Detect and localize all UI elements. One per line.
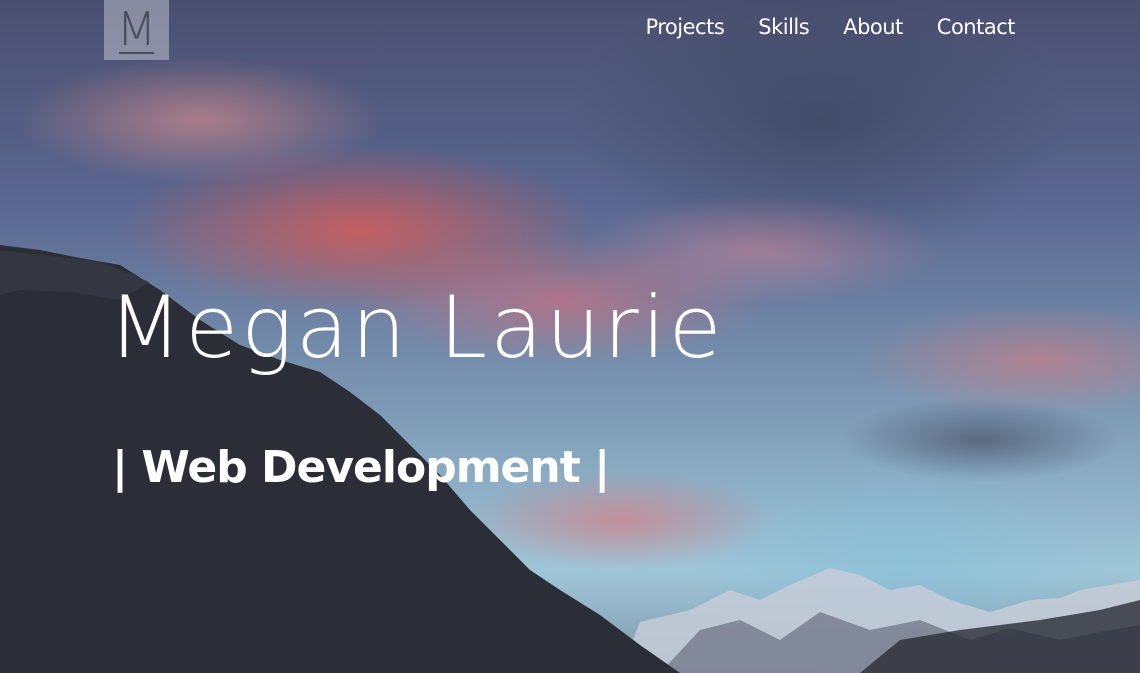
nav-link-about[interactable]: About xyxy=(843,15,903,39)
hero-subtitle: | Web Development | xyxy=(112,442,610,493)
nav-link-contact[interactable]: Contact xyxy=(937,15,1016,39)
logo-letter: M xyxy=(116,2,157,56)
hero-section: M Projects Skills About Contact Megan La… xyxy=(0,0,1140,673)
nav-link-projects[interactable]: Projects xyxy=(645,15,724,39)
site-logo[interactable]: M xyxy=(104,0,169,60)
main-navigation: Projects Skills About Contact xyxy=(645,15,1015,39)
hero-title: Megan Laurie xyxy=(108,278,725,378)
nav-link-skills[interactable]: Skills xyxy=(758,15,809,39)
